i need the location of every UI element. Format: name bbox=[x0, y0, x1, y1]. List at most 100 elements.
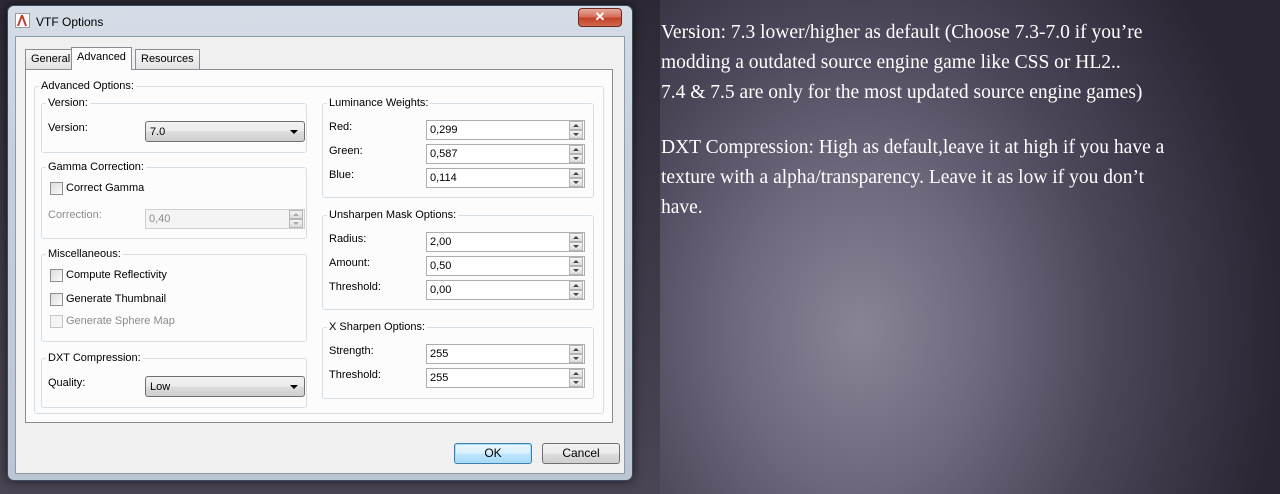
red-label: Red: bbox=[329, 121, 353, 133]
radius-value: 2,00 bbox=[430, 236, 452, 248]
quality-select[interactable]: Low bbox=[145, 376, 305, 397]
spinner-buttons bbox=[569, 257, 584, 275]
radius-spinner[interactable]: 2,00 bbox=[426, 232, 585, 252]
x-sharpen-group: X Sharpen Options: Strength: 255 Thresho… bbox=[322, 321, 594, 399]
blue-label: Blue: bbox=[329, 169, 355, 181]
blue-spinner[interactable]: 0,114 bbox=[426, 168, 585, 188]
tab-general[interactable]: General bbox=[25, 49, 77, 69]
spin-up-icon[interactable] bbox=[569, 281, 583, 290]
spin-down-icon[interactable] bbox=[569, 130, 583, 139]
dxt-compression-group: DXT Compression: Quality: Low bbox=[41, 352, 307, 408]
amount-spinner[interactable]: 0,50 bbox=[426, 256, 585, 276]
x-threshold-value: 255 bbox=[430, 372, 449, 384]
x-threshold-spinner[interactable]: 255 bbox=[426, 368, 585, 388]
spin-down-icon[interactable] bbox=[569, 378, 583, 387]
advanced-tab-panel: Advanced Options: Version: Version: 7.0 … bbox=[25, 69, 613, 423]
spin-up-icon[interactable] bbox=[569, 121, 583, 130]
threshold-value: 0,00 bbox=[430, 284, 452, 296]
amount-label: Amount: bbox=[329, 257, 370, 269]
spin-up-icon[interactable] bbox=[569, 345, 583, 354]
amount-value: 0,50 bbox=[430, 260, 452, 272]
version-label: Version: bbox=[48, 122, 88, 134]
red-value: 0,299 bbox=[430, 124, 458, 136]
spin-up-icon[interactable] bbox=[569, 257, 583, 266]
group-title: Unsharpen Mask Options: bbox=[327, 209, 459, 221]
compute-reflectivity-label: Compute Reflectivity bbox=[66, 269, 167, 281]
green-value: 0,587 bbox=[430, 148, 458, 160]
title-bar[interactable]: VTF Options ✕ bbox=[8, 6, 632, 36]
generate-thumbnail-checkbox[interactable] bbox=[50, 293, 63, 306]
chevron-down-icon bbox=[290, 385, 298, 389]
gamma-correction-group: Gamma Correction: Correct Gamma Correcti… bbox=[41, 161, 307, 239]
spin-down-icon[interactable] bbox=[569, 178, 583, 187]
spin-up-icon[interactable] bbox=[289, 210, 303, 219]
threshold-spinner[interactable]: 0,00 bbox=[426, 280, 585, 300]
group-title: Version: bbox=[46, 97, 90, 109]
unsharpen-mask-group: Unsharpen Mask Options: Radius: 2,00 Amo… bbox=[322, 209, 594, 310]
window-title: VTF Options bbox=[36, 15, 104, 29]
luminance-weights-group: Luminance Weights: Red: 0,299 Green: 0,5… bbox=[322, 97, 594, 198]
group-title: DXT Compression: bbox=[46, 352, 143, 364]
spinner-buttons bbox=[569, 369, 584, 387]
strength-value: 255 bbox=[430, 348, 449, 360]
spin-down-icon[interactable] bbox=[569, 266, 583, 275]
strength-label: Strength: bbox=[329, 345, 374, 357]
generate-sphere-map-checkbox[interactable] bbox=[50, 315, 63, 328]
spinner-buttons bbox=[289, 210, 304, 228]
green-spinner[interactable]: 0,587 bbox=[426, 144, 585, 164]
vtf-options-dialog: VTF Options ✕ General Advanced Resources… bbox=[7, 5, 633, 481]
spinner-buttons bbox=[569, 121, 584, 139]
correction-label: Correction: bbox=[48, 209, 102, 221]
spinner-buttons bbox=[569, 169, 584, 187]
group-title: X Sharpen Options: bbox=[327, 321, 428, 333]
cancel-button[interactable]: Cancel bbox=[542, 443, 620, 464]
spin-up-icon[interactable] bbox=[569, 233, 583, 242]
spinner-buttons bbox=[569, 233, 584, 251]
quality-label: Quality: bbox=[48, 377, 86, 389]
advanced-options-group: Advanced Options: Version: Version: 7.0 … bbox=[34, 80, 604, 414]
group-title: Luminance Weights: bbox=[327, 97, 431, 109]
spin-up-icon[interactable] bbox=[569, 145, 583, 154]
strength-spinner[interactable]: 255 bbox=[426, 344, 585, 364]
quality-selected-value: Low bbox=[150, 381, 171, 393]
correct-gamma-label: Correct Gamma bbox=[66, 182, 145, 194]
generate-sphere-map-label: Generate Sphere Map bbox=[66, 315, 175, 327]
green-label: Green: bbox=[329, 145, 363, 157]
app-icon bbox=[15, 13, 30, 28]
spinner-buttons bbox=[569, 145, 584, 163]
group-title: Advanced Options: bbox=[39, 80, 136, 92]
spin-up-icon[interactable] bbox=[569, 369, 583, 378]
group-title: Miscellaneous: bbox=[46, 248, 123, 260]
spin-down-icon[interactable] bbox=[569, 290, 583, 299]
threshold-label: Threshold: bbox=[329, 281, 381, 293]
version-group: Version: Version: 7.0 bbox=[41, 97, 307, 153]
tab-advanced[interactable]: Advanced bbox=[71, 47, 132, 70]
correction-value: 0,40 bbox=[149, 213, 171, 225]
radius-label: Radius: bbox=[329, 233, 367, 245]
chevron-down-icon bbox=[290, 130, 298, 134]
spin-down-icon[interactable] bbox=[569, 154, 583, 163]
generate-thumbnail-label: Generate Thumbnail bbox=[66, 293, 167, 305]
dialog-client-area: General Advanced Resources Advanced Opti… bbox=[15, 36, 625, 474]
spin-down-icon[interactable] bbox=[289, 219, 303, 228]
compute-reflectivity-checkbox[interactable] bbox=[50, 269, 63, 282]
version-selected-value: 7.0 bbox=[150, 126, 166, 138]
red-spinner[interactable]: 0,299 bbox=[426, 120, 585, 140]
caption-version: Version: 7.3 lower/higher as default (Ch… bbox=[661, 22, 1143, 103]
miscellaneous-group: Miscellaneous: Compute Reflectivity Gene… bbox=[41, 248, 307, 342]
close-button[interactable]: ✕ bbox=[578, 8, 622, 27]
spin-down-icon[interactable] bbox=[569, 242, 583, 251]
group-title: Gamma Correction: bbox=[46, 161, 146, 173]
spin-up-icon[interactable] bbox=[569, 169, 583, 178]
spin-down-icon[interactable] bbox=[569, 354, 583, 363]
tab-resources[interactable]: Resources bbox=[135, 49, 200, 69]
blue-value: 0,114 bbox=[430, 172, 457, 184]
x-threshold-label: Threshold: bbox=[329, 369, 381, 381]
correction-spinner[interactable]: 0,40 bbox=[145, 209, 305, 229]
spinner-buttons bbox=[569, 281, 584, 299]
spinner-buttons bbox=[569, 345, 584, 363]
ok-button[interactable]: OK bbox=[454, 443, 532, 464]
caption-dxt-compression: DXT Compression: High as default,leave i… bbox=[661, 137, 1165, 218]
correct-gamma-checkbox[interactable] bbox=[50, 182, 63, 195]
version-select[interactable]: 7.0 bbox=[145, 121, 305, 142]
